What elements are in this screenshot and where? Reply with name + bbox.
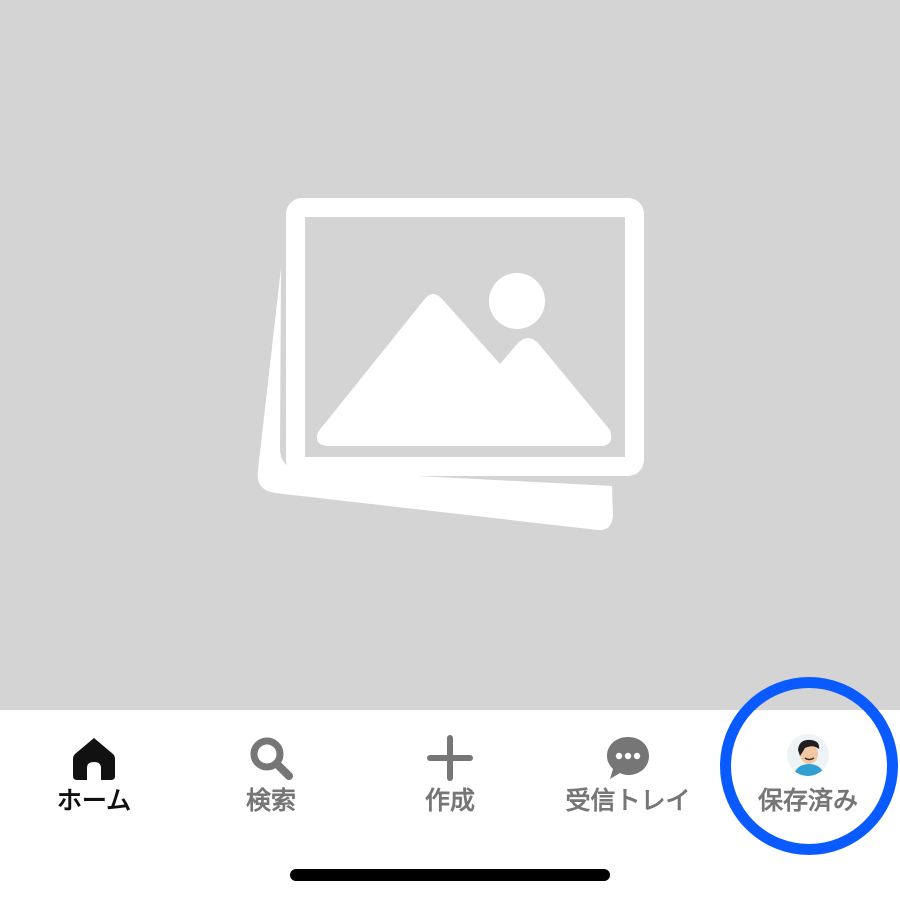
tab-home[interactable]: ホーム <box>4 710 184 830</box>
app-screen: ホーム 検索 作成 受信トレイ 保存済み <box>0 0 900 900</box>
tab-create[interactable]: 作成 <box>360 710 540 830</box>
search-icon <box>250 737 293 780</box>
avatar <box>787 734 829 776</box>
tab-inbox-label: 受信トレイ <box>565 786 691 815</box>
profile-avatar-icon <box>787 734 829 776</box>
tab-saved-label: 保存済み <box>757 786 858 815</box>
image-placeholder-icon <box>257 198 644 531</box>
tab-create-label: 作成 <box>424 786 475 815</box>
home-icon <box>73 738 115 780</box>
plus-icon <box>427 735 473 781</box>
home-indicator[interactable] <box>290 869 610 881</box>
tab-home-label: ホーム <box>56 786 132 815</box>
tab-saved[interactable]: 保存済み <box>718 710 898 830</box>
tab-search[interactable]: 検索 <box>181 710 361 830</box>
tab-search-label: 検索 <box>245 786 296 815</box>
chat-bubble-icon <box>607 737 649 779</box>
image-area[interactable] <box>0 0 900 710</box>
tab-inbox[interactable]: 受信トレイ <box>538 710 718 830</box>
